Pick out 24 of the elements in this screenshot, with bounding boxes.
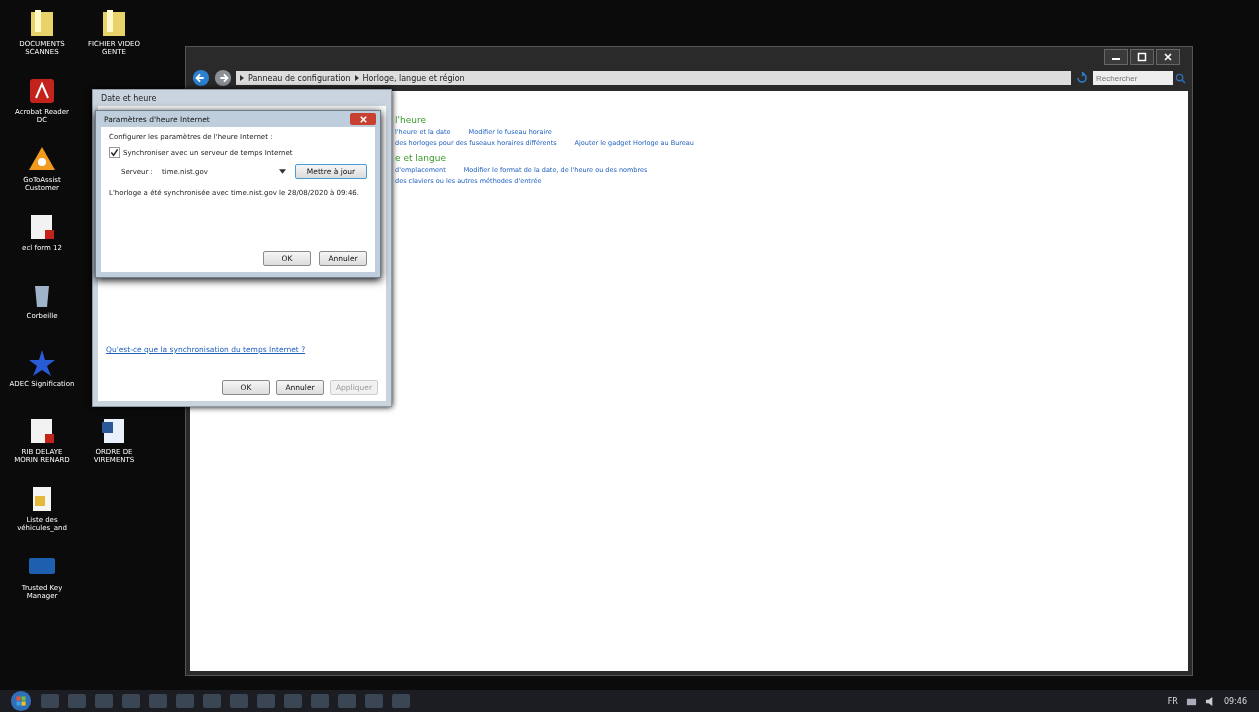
section-heading: l'heure — [395, 115, 427, 125]
dialog-title: Date et heure — [101, 93, 157, 103]
pdf-icon[interactable] — [27, 76, 57, 106]
minimize-button[interactable] — [1104, 49, 1128, 65]
chevron-icon — [354, 75, 359, 81]
close-button[interactable] — [1156, 49, 1180, 65]
dropdown-arrow-icon — [279, 169, 286, 174]
search-icon — [1175, 72, 1186, 84]
refresh-icon[interactable] — [1075, 71, 1089, 85]
back-icon[interactable] — [192, 69, 210, 87]
language-indicator[interactable]: FR — [1167, 696, 1178, 706]
chevron-icon — [240, 75, 244, 81]
close-button[interactable] — [350, 113, 376, 125]
section-heading: e et langue — [395, 153, 447, 163]
forward-icon[interactable] — [214, 69, 232, 87]
search-field[interactable]: Rechercher — [1093, 71, 1173, 85]
clock[interactable]: 09:46 — [1223, 696, 1247, 706]
close-icon — [1163, 52, 1173, 62]
start-button[interactable] — [10, 690, 32, 712]
address-bar[interactable]: Panneau de configuration Horloge, langue et région — [236, 71, 1071, 85]
close-icon — [358, 114, 368, 124]
maximize-button[interactable] — [1130, 49, 1154, 65]
checkbox[interactable] — [109, 147, 120, 158]
maximize-icon — [1137, 52, 1147, 62]
